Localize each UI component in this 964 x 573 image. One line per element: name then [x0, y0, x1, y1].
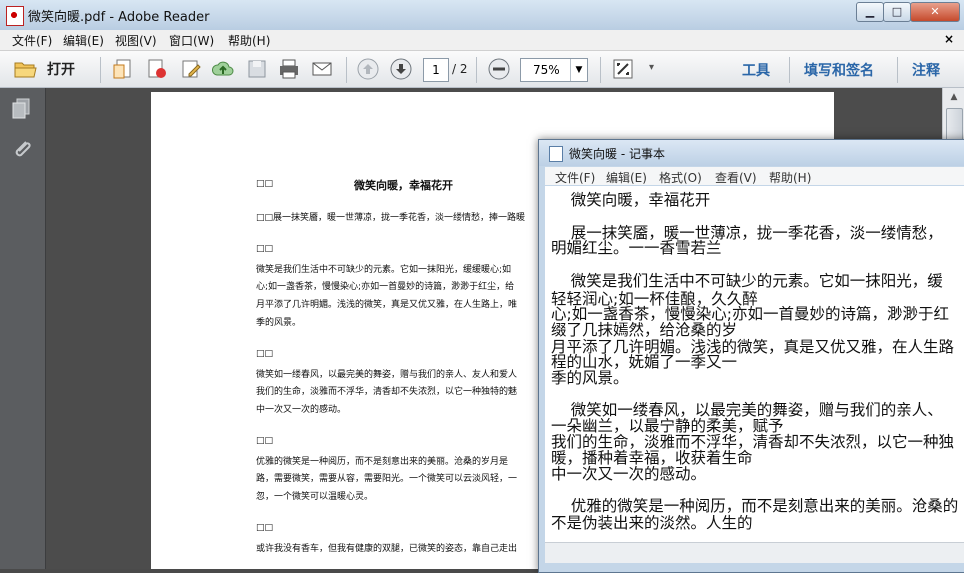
notepad-menu-help[interactable]: 帮助(H) [769, 169, 811, 186]
pdf-line: 季的风景。 [256, 318, 302, 328]
menu-bar: 文件(F) 编辑(E) 视图(V) 窗口(W) 帮助(H) × [0, 30, 964, 51]
notepad-menu-format[interactable]: 格式(O) [659, 169, 702, 186]
pdf-line: 微笑是我们生活中不可缺少的元素。它如一抹阳光，缓缓暖心;如 [256, 265, 512, 275]
page-number-input[interactable]: 1 [423, 58, 449, 82]
maximize-button[interactable]: □ [883, 2, 911, 22]
zoom-out-icon[interactable] [487, 57, 511, 81]
notepad-menu-file[interactable]: 文件(F) [555, 169, 595, 186]
menu-window[interactable]: 窗口(W) [169, 32, 214, 49]
notepad-text-area[interactable]: 微笑向暖，幸福花开 展一抹笑靥，暖一世薄凉，拢一季花香，淡一缕情愁， 明媚红尘。… [545, 186, 964, 542]
zoom-value: 75% [533, 63, 560, 77]
pdf-line: 忽，一个微笑可以温暖心灵。 [256, 492, 374, 502]
email-icon[interactable] [310, 57, 334, 81]
toolbar-separator [789, 57, 790, 83]
open-folder-icon[interactable] [13, 57, 37, 81]
toolbar-separator [476, 57, 477, 83]
navigation-pane [0, 88, 46, 569]
page-total: / 2 [452, 62, 468, 76]
tab-fill-sign[interactable]: 填写和签名 [804, 60, 874, 80]
tab-tools[interactable]: 工具 [742, 60, 770, 80]
next-page-icon[interactable] [389, 57, 413, 81]
toolbar-separator [346, 57, 347, 83]
pdf-line: 路，需要微笑，需要从容，需要阳光。一个微笑可以云淡风轻，一 [256, 474, 518, 484]
fit-page-icon[interactable] [611, 57, 635, 81]
notepad-line: 不是伪装出来的淡然。人生的 [551, 514, 753, 532]
pdf-title-prefix: □□ [256, 179, 274, 189]
pdf-line: 心;如一盏香茶，慢慢染心;亦如一首曼妙的诗篇，渺渺于红尘，给 [256, 282, 515, 292]
toolbar-separator [100, 57, 101, 83]
close-button[interactable]: ✕ [910, 2, 960, 22]
create-pdf-icon[interactable] [111, 57, 135, 81]
print-icon[interactable] [277, 57, 301, 81]
pdf-title: 微笑向暖，幸福花开 [354, 179, 453, 192]
more-icon[interactable]: ▾ [649, 62, 654, 73]
edit-icon[interactable] [179, 57, 203, 81]
pdf-line: □□ [256, 244, 274, 254]
save-icon[interactable] [245, 57, 269, 81]
notepad-horizontal-scrollbar[interactable] [545, 542, 964, 563]
zoom-select[interactable]: 75% ▼ [520, 58, 588, 82]
notepad-line: 季的风景。 [551, 369, 629, 387]
toolbar-separator [600, 57, 601, 83]
chevron-down-icon[interactable]: ▼ [570, 59, 587, 81]
toolbar: 打开 1 / 2 75% ▼ ▾ 工具 填写和签名 注释 [0, 51, 964, 88]
minimize-button[interactable]: ▁ [856, 2, 884, 22]
pdf-line: 微笑如一缕春风，以最完美的舞姿，赠与我们的亲人、友人和爱人 [256, 370, 518, 380]
close-document-button[interactable]: × [944, 32, 954, 46]
notepad-icon [549, 146, 563, 162]
notepad-line: 中一次又一次的感动。 [551, 465, 707, 483]
menu-edit[interactable]: 编辑(E) [63, 32, 104, 49]
prev-page-icon[interactable] [356, 57, 380, 81]
pdf-line: 或许我没有香车，但我有健康的双腿，已微笑的姿态，靠自己走出 [256, 544, 518, 554]
window-title: 微笑向暖.pdf - Adobe Reader [28, 10, 210, 25]
tab-comment[interactable]: 注释 [912, 60, 940, 80]
scroll-up-icon[interactable]: ▲ [943, 88, 964, 106]
toolbar-separator [897, 57, 898, 83]
pdf-line: □□ [256, 349, 274, 359]
notepad-title: 微笑向暖 - 记事本 [569, 147, 665, 161]
notepad-menu-edit[interactable]: 编辑(E) [606, 169, 647, 186]
upload-icon[interactable] [211, 57, 235, 81]
pdf-app-icon [6, 6, 24, 26]
notepad-line: 明媚红尘。一一香雪若兰 [551, 239, 722, 257]
attachments-icon[interactable] [12, 138, 32, 160]
pages-panel-icon[interactable] [12, 98, 30, 120]
notepad-line: 微笑向暖，幸福花开 [551, 191, 711, 209]
notepad-menu-view[interactable]: 查看(V) [715, 169, 757, 186]
pdf-line: 月平添了几许明媚。浅浅的微笑，真是又优又雅，在人生路上，唯 [256, 300, 518, 310]
pdf-line: 中一次又一次的感动。 [256, 405, 347, 415]
pdf-line: □□ [256, 523, 274, 533]
menu-file[interactable]: 文件(F) [12, 32, 52, 49]
pdf-line: □□ [256, 436, 274, 446]
notepad-menu-bar: 文件(F) 编辑(E) 格式(O) 查看(V) 帮助(H) [545, 167, 964, 185]
export-pdf-icon[interactable] [145, 57, 169, 81]
pdf-line: 优雅的微笑是一种阅历，而不是刻意出来的美丽。沧桑的岁月是 [256, 457, 509, 467]
pdf-line: 我们的生命，淡雅而不浮华，清香却不失浓烈，以它一种独特的魅 [256, 387, 518, 397]
menu-view[interactable]: 视图(V) [115, 32, 157, 49]
window-titlebar: 微笑向暖.pdf - Adobe Reader ▁ □ ✕ [0, 0, 964, 31]
notepad-titlebar[interactable]: 微笑向暖 - 记事本 [539, 140, 964, 166]
open-button-label[interactable]: 打开 [47, 59, 75, 79]
pdf-line: □□展一抹笑靥，暖一世薄凉，拢一季花香，淡一缕情愁，捧一路暖 [256, 213, 526, 223]
menu-help[interactable]: 帮助(H) [228, 32, 270, 49]
notepad-window[interactable]: 微笑向暖 - 记事本 文件(F) 编辑(E) 格式(O) 查看(V) 帮助(H)… [538, 139, 964, 573]
